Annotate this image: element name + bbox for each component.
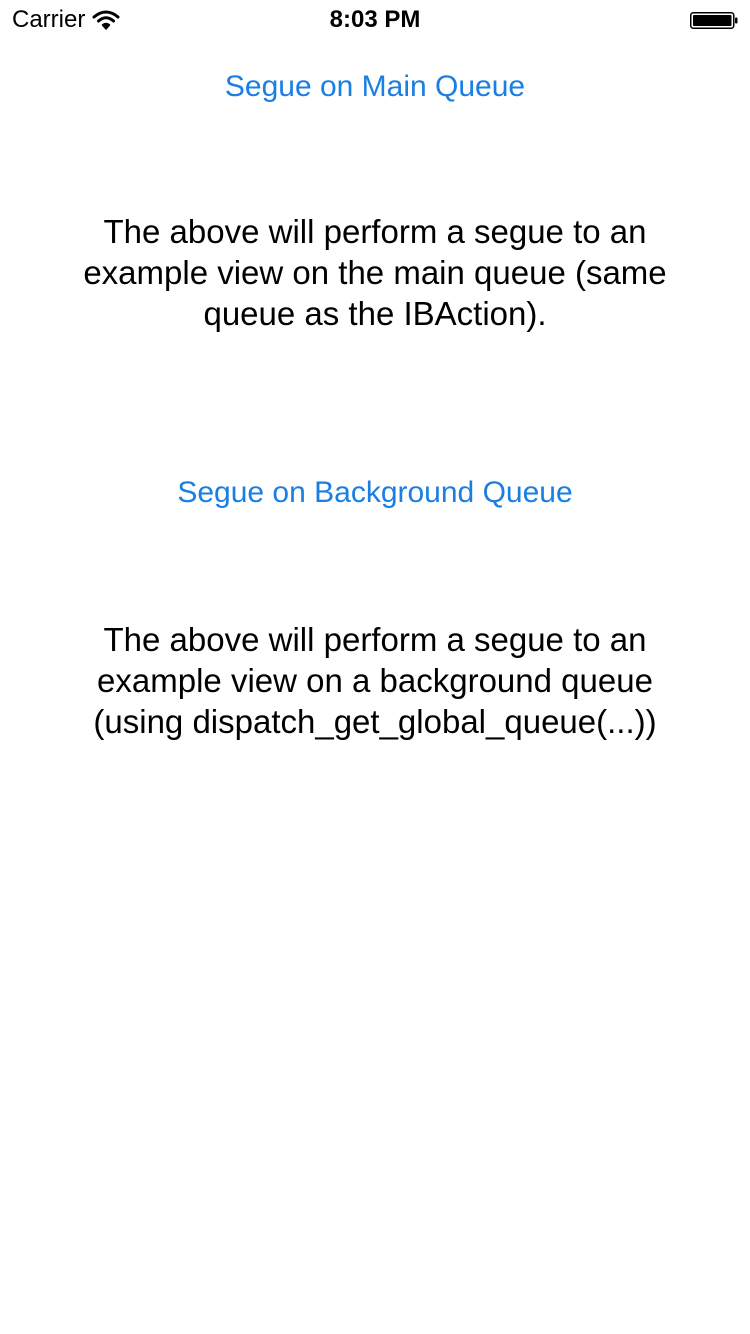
main-queue-description: The above will perform a segue to an exa… xyxy=(83,213,667,332)
segue-background-queue-button[interactable]: Segue on Background Queue xyxy=(0,474,750,512)
background-queue-description: The above will perform a segue to an exa… xyxy=(93,621,657,740)
main-content: Segue on Main Queue The above will perfo… xyxy=(0,0,750,1334)
segue-main-queue-button[interactable]: Segue on Main Queue xyxy=(0,68,750,106)
